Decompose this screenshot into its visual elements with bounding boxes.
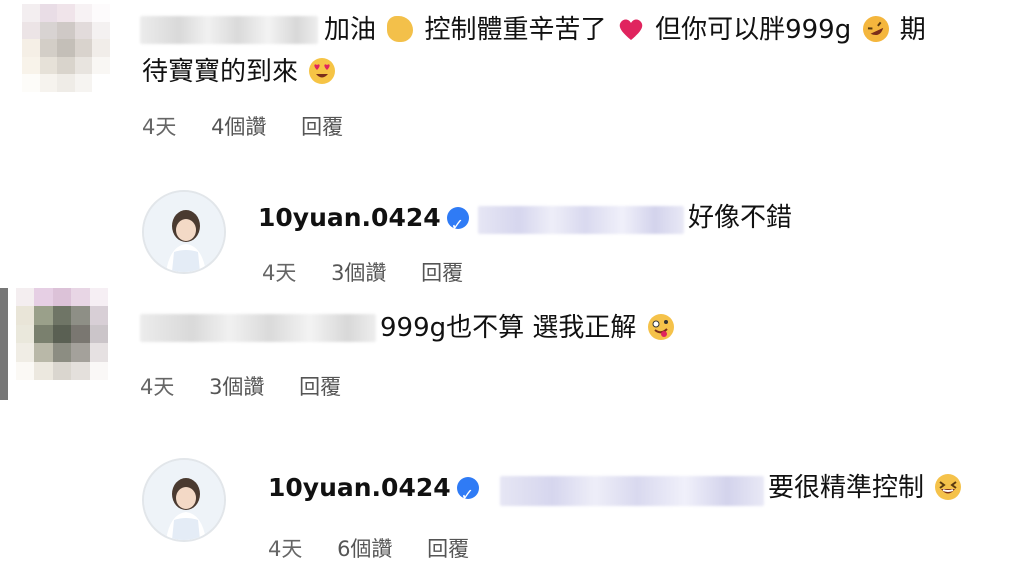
reply-text: 好像不錯 [688,203,793,233]
comment-meta: 4天 4個讚 回覆 [142,112,371,142]
comment-text-line-1: 加油 控制體重辛苦了 但你可以胖999g 期 [324,10,926,50]
commenter-avatar-pixelated[interactable] [16,288,108,380]
comment-text: 999g也不算 選我正解 [380,308,677,348]
comment-1: 加油 控制體重辛苦了 但你可以胖999g 期 待寶寶的到來 4天 4個讚 回覆 [0,0,1024,160]
verified-badge-icon [446,205,469,245]
reply-username[interactable]: 10yuan.0424 [268,468,479,515]
blurred-username[interactable] [140,16,318,44]
likes-count[interactable]: 4個讚 [211,115,266,139]
comment-3: 999g也不算 選我正解 4天 3個讚 回覆 [0,286,1024,406]
blurred-mention[interactable] [478,206,684,234]
grinning-squinting-emoji-icon [935,474,962,500]
reply-button[interactable]: 回覆 [299,375,341,399]
commenter-avatar-pixelated[interactable] [22,4,110,92]
timestamp[interactable]: 4天 [140,375,174,399]
blurred-mention[interactable] [500,476,764,506]
verified-badge-icon [456,475,479,515]
rofl-emoji-icon [858,11,893,47]
likes-count[interactable]: 3個讚 [331,261,386,285]
timestamp[interactable]: 4天 [268,537,302,561]
comment-meta: 4天 3個讚 回覆 [262,258,491,288]
reply-button[interactable]: 回覆 [421,261,463,285]
user-avatar[interactable] [142,458,226,542]
comment-meta: 4天 6個讚 回覆 [268,534,497,564]
likes-count[interactable]: 3個讚 [209,375,264,399]
heart-eyes-emoji-icon [309,58,336,84]
likes-count[interactable]: 6個讚 [337,537,392,561]
timestamp[interactable]: 4天 [262,261,296,285]
red-heart-emoji-icon [619,19,643,40]
reply-button[interactable]: 回覆 [301,115,343,139]
timestamp[interactable]: 4天 [142,115,176,139]
user-avatar[interactable] [142,190,226,274]
comment-4-reply: 10yuan.0424 要很精準控制 4天 6個讚 回覆 [0,456,1024,576]
comment-meta: 4天 3個讚 回覆 [140,372,369,402]
reply-username[interactable]: 10yuan.0424 [258,198,469,245]
blurred-username[interactable] [140,314,376,342]
comment-2-reply: 10yuan.0424 好像不錯 4天 3個讚 回覆 [0,190,1024,290]
reply-button[interactable]: 回覆 [427,537,469,561]
zany-face-emoji-icon [647,314,674,340]
comment-text-line-2: 待寶寶的到來 [142,52,338,92]
clapping-hands-emoji-icon [387,16,414,42]
reply-text: 要很精準控制 [768,468,964,508]
